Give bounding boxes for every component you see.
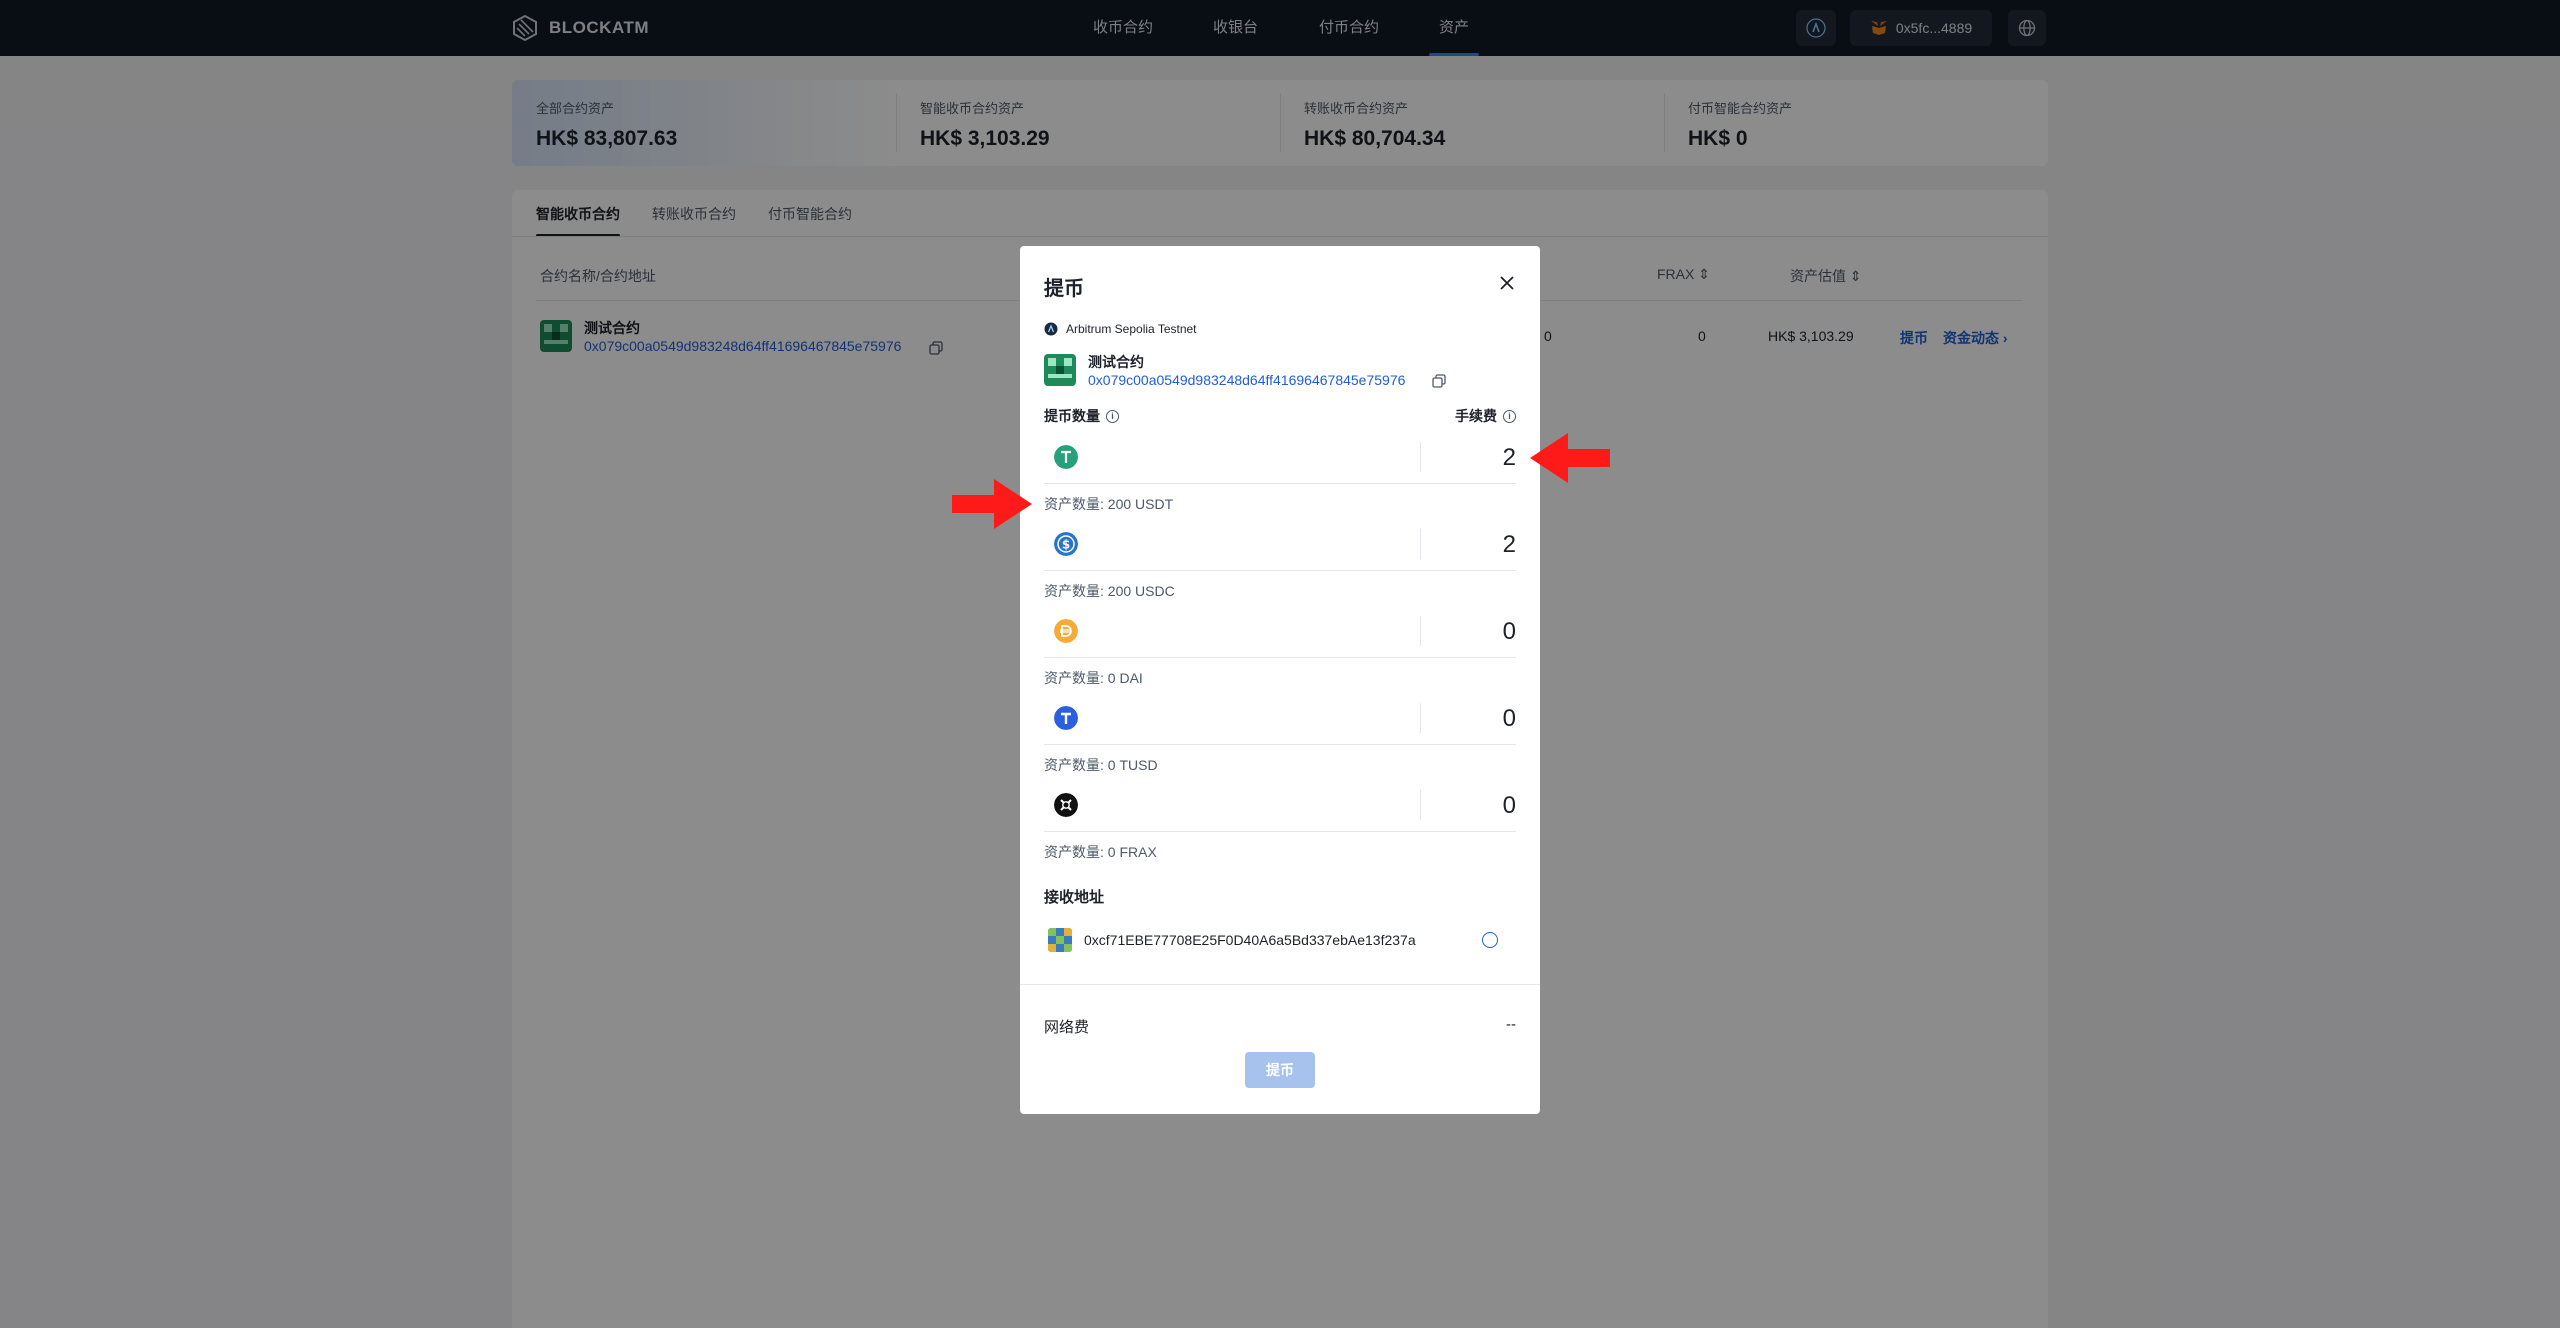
frax-icon	[1054, 793, 1078, 817]
fee-value: 0	[1502, 618, 1516, 645]
fee-label-text: 手续费	[1455, 408, 1497, 424]
modal-title: 提币	[1044, 278, 1084, 300]
network-info: Arbitrum Sepolia Testnet	[1044, 322, 1197, 336]
network-name: Arbitrum Sepolia Testnet	[1066, 322, 1197, 336]
coin-balance: 资产数量: 0 FRAX	[1044, 844, 1157, 860]
fee-value: 0	[1502, 705, 1516, 732]
withdraw-submit-button[interactable]: 提币	[1245, 1052, 1315, 1088]
svg-text:$: $	[1062, 538, 1070, 552]
contract-name: 测试合约	[1088, 354, 1144, 370]
divider	[1420, 790, 1421, 820]
coin-row-dai[interactable]: 0	[1044, 604, 1516, 658]
divider	[1420, 616, 1421, 646]
withdraw-modal: 提币 Arbitrum Sepolia Testnet 测试合约 0x079c0…	[1020, 246, 1540, 1114]
close-icon[interactable]	[1498, 274, 1516, 292]
coin-row-usdc[interactable]: $ 2	[1044, 517, 1516, 571]
arbitrum-icon	[1044, 322, 1058, 336]
network-fee-value: --	[1506, 1016, 1516, 1033]
receive-address-radio[interactable]	[1482, 932, 1498, 948]
annotation-arrow-right-icon	[952, 479, 1032, 529]
amount-label: 提币数量 i	[1044, 406, 1119, 426]
annotation-arrow-left-icon	[1530, 433, 1610, 483]
contract-avatar	[1044, 354, 1076, 386]
divider	[1420, 703, 1421, 733]
fee-value: 2	[1502, 531, 1516, 558]
coin-row-frax[interactable]: 0	[1044, 778, 1516, 832]
fee-value: 0	[1502, 792, 1516, 819]
receive-address-label: 接收地址	[1044, 889, 1105, 906]
tusd-icon	[1054, 706, 1078, 730]
usdc-icon: $	[1054, 532, 1078, 556]
coin-row-usdt[interactable]: 2	[1044, 430, 1516, 484]
coin-balance: 资产数量: 0 DAI	[1044, 670, 1143, 686]
receive-avatar	[1048, 928, 1072, 952]
info-icon[interactable]: i	[1106, 409, 1119, 423]
identicon	[1048, 928, 1072, 952]
fee-label: 手续费 i	[1455, 406, 1516, 426]
coin-balance: 资产数量: 200 USDT	[1044, 496, 1174, 512]
network-fee-label: 网络费	[1044, 1019, 1090, 1036]
divider	[1420, 529, 1421, 559]
copy-icon[interactable]	[1432, 374, 1446, 388]
divider	[1020, 984, 1540, 985]
divider	[1420, 442, 1421, 472]
receive-address: 0xcf71EBE77708E25F0D40A6a5Bd337ebAe13f23…	[1084, 932, 1416, 948]
coin-row-tusd[interactable]: 0	[1044, 691, 1516, 745]
identicon	[1044, 354, 1076, 386]
coin-balance: 资产数量: 0 TUSD	[1044, 757, 1158, 773]
dai-icon	[1054, 619, 1078, 643]
amount-label-text: 提币数量	[1044, 408, 1100, 424]
usdt-icon	[1054, 445, 1078, 469]
coin-balance: 资产数量: 200 USDC	[1044, 583, 1175, 599]
contract-address[interactable]: 0x079c00a0549d983248d64ff41696467845e759…	[1088, 372, 1405, 388]
info-icon[interactable]: i	[1503, 409, 1516, 423]
fee-value: 2	[1502, 444, 1516, 471]
